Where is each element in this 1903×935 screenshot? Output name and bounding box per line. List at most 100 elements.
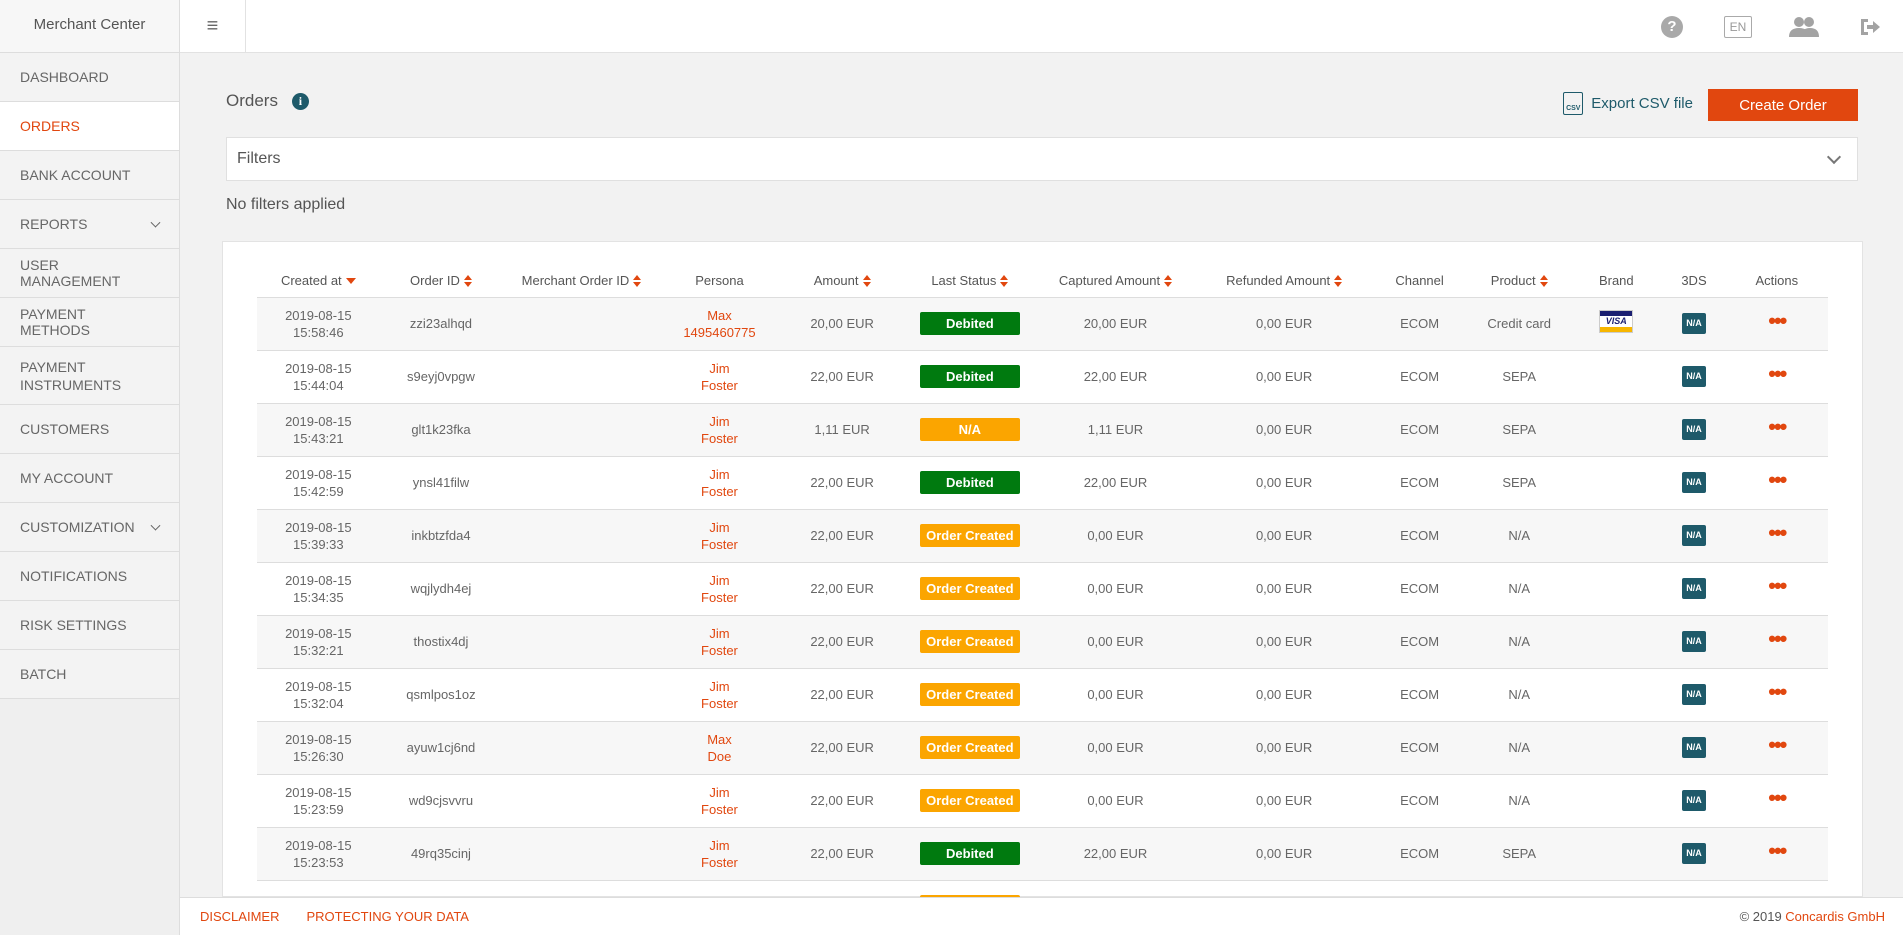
create-order-button[interactable]: Create Order bbox=[1708, 89, 1858, 121]
persona-second[interactable]: Foster bbox=[701, 484, 738, 499]
persona-second[interactable]: Foster bbox=[701, 802, 738, 817]
col-created-at[interactable]: Created at bbox=[257, 264, 380, 298]
cell-order-id: qsmlpos1oz bbox=[379, 668, 503, 722]
persona-first[interactable]: Jim bbox=[709, 467, 729, 482]
col-last-status[interactable]: Last Status bbox=[905, 264, 1034, 298]
sidebar-item-payment-instruments[interactable]: PAYMENT INSTRUMENTS bbox=[0, 347, 179, 405]
filters-panel[interactable]: Filters bbox=[226, 137, 1858, 181]
cell-captured-amount: 1,11 EUR bbox=[1033, 403, 1198, 457]
sort-icon bbox=[463, 275, 472, 288]
sidebar-item-label: MY ACCOUNT bbox=[20, 470, 114, 486]
sidebar-item-bank-account[interactable]: BANK ACCOUNT bbox=[0, 151, 179, 200]
col-refunded-amount[interactable]: Refunded Amount bbox=[1197, 264, 1372, 298]
amount: 22,00 EUR bbox=[810, 846, 874, 861]
hamburger-menu-icon[interactable]: ≡ bbox=[180, 0, 246, 53]
more-actions-icon[interactable]: ••• bbox=[1768, 361, 1787, 386]
cell-channel: ECOM bbox=[1371, 668, 1469, 722]
help-button[interactable]: ? bbox=[1639, 0, 1705, 53]
table-row[interactable]: 2019-08-15 15:32:21 thostix4dj Jim Foster 22,… bbox=[257, 615, 1828, 669]
sidebar-item-dashboard[interactable]: DASHBOARD bbox=[0, 53, 179, 102]
persona-first[interactable]: Jim bbox=[709, 414, 729, 429]
language-button[interactable]: EN bbox=[1705, 0, 1771, 53]
table-row[interactable]: 2019-08-15 15:32:04 qsmlpos1oz Jim Foster 22,… bbox=[257, 668, 1828, 722]
table-row[interactable]: 2019-08-15 15:23:53 49rq35cinj Jim Foster 22,… bbox=[257, 827, 1828, 881]
persona-first[interactable]: Max bbox=[707, 308, 732, 323]
persona-second[interactable]: Foster bbox=[701, 855, 738, 870]
cell-product: Credit card bbox=[1468, 297, 1571, 351]
sidebar-item-reports[interactable]: REPORTS bbox=[0, 200, 179, 249]
more-actions-icon[interactable]: ••• bbox=[1768, 838, 1787, 863]
more-actions-icon[interactable]: ••• bbox=[1768, 308, 1787, 333]
protecting-data-link[interactable]: PROTECTING YOUR DATA bbox=[306, 909, 469, 924]
persona-second[interactable]: Foster bbox=[701, 643, 738, 658]
cell-refunded-amount: 0,00 EUR bbox=[1197, 615, 1372, 669]
persona-first[interactable]: Max bbox=[707, 732, 732, 747]
users-button[interactable] bbox=[1771, 0, 1837, 53]
cell-created-at: 2019-08-15 15:39:33 bbox=[257, 509, 380, 563]
cell-captured-amount: 22,00 EUR bbox=[1033, 456, 1198, 510]
table-row[interactable]: 2019-08-15 15:23:59 wd9cjsvvru Jim Foster 22,… bbox=[257, 774, 1828, 828]
sidebar-item-label: BATCH bbox=[20, 666, 67, 682]
persona-second[interactable]: Foster bbox=[701, 590, 738, 605]
sidebar-item-user-management[interactable]: USER MANAGEMENT bbox=[0, 249, 179, 298]
persona-first[interactable]: Jim bbox=[709, 785, 729, 800]
col-3ds: 3DS bbox=[1662, 264, 1726, 298]
persona-first[interactable]: Jim bbox=[709, 626, 729, 641]
more-actions-icon[interactable]: ••• bbox=[1768, 732, 1787, 757]
3ds-badge: N/A bbox=[1682, 737, 1706, 758]
col-merchant-order-id[interactable]: Merchant Order ID bbox=[502, 264, 661, 298]
sidebar-item-customization[interactable]: CUSTOMIZATION bbox=[0, 503, 179, 552]
table-row[interactable]: 2019-08-15 15:42:59 ynsl41filw Jim Foster 22,… bbox=[257, 456, 1828, 510]
status-badge: Order Created bbox=[919, 789, 1020, 812]
persona-second[interactable]: Foster bbox=[701, 537, 738, 552]
company-link[interactable]: Concardis GmbH bbox=[1785, 909, 1885, 924]
sidebar-item-risk-settings[interactable]: RISK SETTINGS bbox=[0, 601, 179, 650]
date: 2019-08-15 bbox=[285, 572, 352, 588]
info-icon[interactable]: i bbox=[291, 92, 309, 110]
persona-second[interactable]: Foster bbox=[701, 378, 738, 393]
logout-button[interactable] bbox=[1837, 0, 1903, 53]
export-csv-button[interactable]: CSV Export CSV file bbox=[1563, 92, 1693, 115]
persona-first[interactable]: Jim bbox=[709, 679, 729, 694]
sidebar-item-batch[interactable]: BATCH bbox=[0, 650, 179, 699]
sidebar-item-my-account[interactable]: MY ACCOUNT bbox=[0, 454, 179, 503]
persona-second[interactable]: 1495460775 bbox=[683, 325, 755, 340]
more-actions-icon[interactable]: ••• bbox=[1768, 626, 1787, 651]
disclaimer-link[interactable]: DISCLAIMER bbox=[200, 909, 279, 924]
persona-first[interactable]: Jim bbox=[709, 838, 729, 853]
table-row[interactable]: 2019-08-15 Jim Order Created bbox=[257, 880, 1828, 897]
table-row[interactable]: 2019-08-15 15:43:21 glt1k23fka Jim Foster 1,1… bbox=[257, 403, 1828, 457]
persona-second[interactable]: Doe bbox=[708, 749, 732, 764]
sidebar-item-payment-methods[interactable]: PAYMENT METHODS bbox=[0, 298, 179, 347]
more-actions-icon[interactable]: ••• bbox=[1768, 679, 1787, 704]
sidebar-item-orders[interactable]: ORDERS bbox=[0, 102, 179, 151]
sidebar-item-label: REPORTS bbox=[20, 216, 88, 232]
persona-first[interactable]: Jim bbox=[709, 573, 729, 588]
cell-channel: ECOM bbox=[1371, 297, 1469, 351]
more-actions-icon[interactable]: ••• bbox=[1768, 414, 1787, 439]
col-captured-amount[interactable]: Captured Amount bbox=[1033, 264, 1198, 298]
sidebar-item-customers[interactable]: CUSTOMERS bbox=[0, 405, 179, 454]
order-id: s9eyj0vpgw bbox=[406, 369, 475, 384]
persona-first[interactable]: Jim bbox=[709, 520, 729, 535]
persona-second[interactable]: Foster bbox=[701, 431, 738, 446]
amount: 22,00 EUR bbox=[810, 528, 874, 543]
table-row[interactable]: 2019-08-15 15:26:30 ayuw1cj6nd Max Doe 22,00 … bbox=[257, 721, 1828, 775]
table-row[interactable]: 2019-08-15 15:39:33 inkbtzfda4 Jim Foster 22,… bbox=[257, 509, 1828, 563]
col-order-id[interactable]: Order ID bbox=[379, 264, 503, 298]
table-row[interactable]: 2019-08-15 15:34:35 wqjlydh4ej Jim Foster 22,… bbox=[257, 562, 1828, 616]
col-amount[interactable]: Amount bbox=[778, 264, 906, 298]
more-actions-icon[interactable]: ••• bbox=[1768, 573, 1787, 598]
table-row[interactable]: 2019-08-15 15:58:46 zzi23alhqd Max 149546077… bbox=[257, 297, 1828, 351]
sidebar-item-notifications[interactable]: NOTIFICATIONS bbox=[0, 552, 179, 601]
cell-actions: ••• bbox=[1725, 721, 1828, 775]
persona-second[interactable]: Foster bbox=[701, 696, 738, 711]
cell-order-id: ynsl41filw bbox=[379, 456, 503, 510]
more-actions-icon[interactable]: ••• bbox=[1768, 467, 1787, 492]
3ds-badge: N/A bbox=[1682, 366, 1706, 387]
more-actions-icon[interactable]: ••• bbox=[1768, 520, 1787, 545]
col-product[interactable]: Product bbox=[1468, 264, 1571, 298]
table-row[interactable]: 2019-08-15 15:44:04 s9eyj0vpgw Jim Foster 22,… bbox=[257, 350, 1828, 404]
persona-first[interactable]: Jim bbox=[709, 361, 729, 376]
more-actions-icon[interactable]: ••• bbox=[1768, 785, 1787, 810]
